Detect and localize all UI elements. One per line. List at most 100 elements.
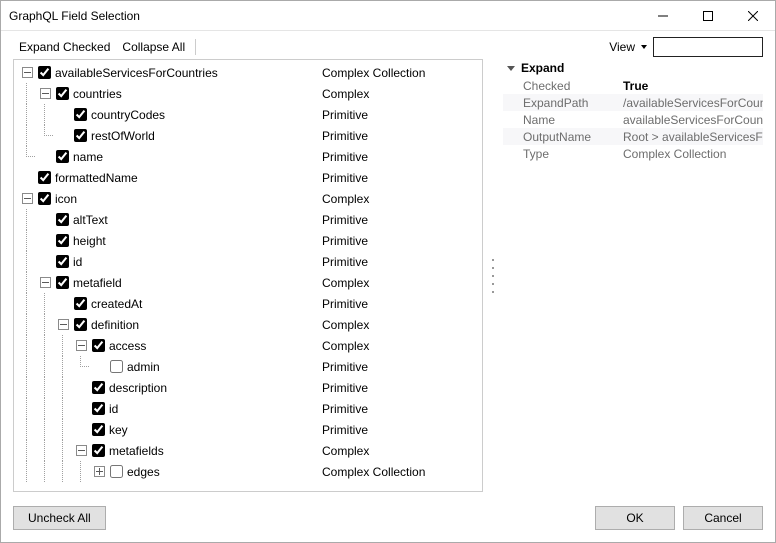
tree-scroll[interactable]: availableServicesForCountriesComplex Col… bbox=[14, 60, 482, 491]
property-row[interactable]: OutputNameRoot > availableServicesForCou… bbox=[503, 128, 763, 145]
minimize-button[interactable] bbox=[640, 1, 685, 30]
field-label: access bbox=[109, 339, 146, 353]
property-row[interactable]: CheckedTrue bbox=[503, 77, 763, 94]
tree-row[interactable]: altTextPrimitive bbox=[18, 209, 482, 230]
field-checkbox[interactable] bbox=[92, 423, 105, 436]
collapse-icon[interactable] bbox=[76, 445, 87, 456]
tree-row[interactable]: restOfWorldPrimitive bbox=[18, 125, 482, 146]
field-checkbox[interactable] bbox=[56, 87, 69, 100]
uncheck-all-button[interactable]: Uncheck All bbox=[13, 506, 106, 530]
tree-row[interactable]: keyPrimitive bbox=[18, 419, 482, 440]
expand-icon[interactable] bbox=[94, 466, 105, 477]
tree-row[interactable]: metafields Complex bbox=[18, 440, 482, 461]
field-checkbox[interactable] bbox=[74, 297, 87, 310]
field-checkbox[interactable] bbox=[56, 276, 69, 289]
tree-guide bbox=[54, 461, 72, 482]
chevron-down-icon bbox=[507, 66, 515, 71]
tree-row[interactable]: definitionComplex bbox=[18, 314, 482, 335]
field-checkbox[interactable] bbox=[74, 129, 87, 142]
collapse-all-button[interactable]: Collapse All bbox=[116, 38, 191, 56]
collapse-icon[interactable] bbox=[22, 67, 33, 78]
property-row[interactable]: NameavailableServicesForCountries bbox=[503, 111, 763, 128]
collapse-icon[interactable] bbox=[22, 193, 33, 204]
maximize-button[interactable] bbox=[685, 1, 730, 30]
tree-row[interactable]: id Primitive bbox=[18, 398, 482, 419]
field-label: metafields bbox=[109, 444, 164, 458]
field-checkbox[interactable] bbox=[92, 444, 105, 457]
field-checkbox[interactable] bbox=[56, 213, 69, 226]
field-checkbox[interactable] bbox=[74, 108, 87, 121]
field-type: Complex bbox=[322, 444, 482, 458]
field-type: Primitive bbox=[322, 129, 482, 143]
field-type: Primitive bbox=[322, 402, 482, 416]
field-checkbox[interactable] bbox=[92, 381, 105, 394]
tree-guide bbox=[54, 419, 72, 440]
tree-row[interactable]: formattedNamePrimitive bbox=[18, 167, 482, 188]
tree-guide bbox=[18, 209, 36, 230]
field-checkbox[interactable] bbox=[56, 255, 69, 268]
field-label: admin bbox=[127, 360, 160, 374]
field-checkbox[interactable] bbox=[38, 171, 51, 184]
tree-row[interactable]: idPrimitive bbox=[18, 251, 482, 272]
splitter[interactable] bbox=[491, 59, 495, 492]
tree-guide bbox=[18, 398, 36, 419]
tree-row[interactable]: metafieldComplex bbox=[18, 272, 482, 293]
field-checkbox[interactable] bbox=[110, 465, 123, 478]
field-checkbox[interactable] bbox=[92, 402, 105, 415]
view-dropdown-icon[interactable] bbox=[641, 45, 647, 49]
properties-panel: Expand CheckedTrueExpandPath/availableSe… bbox=[503, 59, 763, 492]
property-row[interactable]: TypeComplex Collection bbox=[503, 145, 763, 162]
property-key: OutputName bbox=[503, 130, 623, 144]
field-type: Complex Collection bbox=[322, 66, 482, 80]
field-type: Primitive bbox=[322, 108, 482, 122]
tree-guide bbox=[18, 293, 36, 314]
tree-guide bbox=[36, 419, 54, 440]
field-checkbox[interactable] bbox=[56, 150, 69, 163]
tree-row[interactable]: createdAtPrimitive bbox=[18, 293, 482, 314]
field-label: description bbox=[109, 381, 167, 395]
property-row[interactable]: ExpandPath/availableServicesForCountries bbox=[503, 94, 763, 111]
tree-row[interactable]: descriptionPrimitive bbox=[18, 377, 482, 398]
collapse-icon[interactable] bbox=[58, 319, 69, 330]
collapse-icon[interactable] bbox=[76, 340, 87, 351]
tree-row[interactable]: heightPrimitive bbox=[18, 230, 482, 251]
field-label: countryCodes bbox=[91, 108, 165, 122]
field-checkbox[interactable] bbox=[38, 192, 51, 205]
window-title: GraphQL Field Selection bbox=[9, 9, 640, 23]
field-checkbox[interactable] bbox=[110, 360, 123, 373]
properties-header[interactable]: Expand bbox=[503, 59, 763, 77]
tree-guide bbox=[18, 272, 36, 293]
cancel-button[interactable]: Cancel bbox=[683, 506, 763, 530]
field-checkbox[interactable] bbox=[56, 234, 69, 247]
expand-checked-button[interactable]: Expand Checked bbox=[13, 38, 116, 56]
property-value: Complex Collection bbox=[623, 147, 763, 161]
tree-row[interactable]: adminPrimitive bbox=[18, 356, 482, 377]
field-checkbox[interactable] bbox=[92, 339, 105, 352]
close-button[interactable] bbox=[730, 1, 775, 30]
field-label: id bbox=[109, 402, 118, 416]
tree-row[interactable]: iconComplex bbox=[18, 188, 482, 209]
property-value: availableServicesForCountries bbox=[623, 113, 763, 127]
toolbar: Expand Checked Collapse All View bbox=[1, 31, 775, 59]
tree-row[interactable]: namePrimitive bbox=[18, 146, 482, 167]
field-checkbox[interactable] bbox=[38, 66, 51, 79]
tree-guide bbox=[18, 440, 36, 461]
tree-guide bbox=[18, 104, 36, 125]
ok-button[interactable]: OK bbox=[595, 506, 675, 530]
filter-input[interactable] bbox=[653, 37, 763, 57]
tree-row[interactable]: edgesComplex Collection bbox=[18, 461, 482, 482]
titlebar[interactable]: GraphQL Field Selection bbox=[1, 1, 775, 31]
tree-guide bbox=[36, 335, 54, 356]
tree-guide bbox=[36, 461, 54, 482]
field-checkbox[interactable] bbox=[74, 318, 87, 331]
tree-row[interactable]: accessComplex bbox=[18, 335, 482, 356]
field-type: Primitive bbox=[322, 213, 482, 227]
tree-row[interactable]: countryCodes Primitive bbox=[18, 104, 482, 125]
tree-row[interactable]: countriesComplex bbox=[18, 83, 482, 104]
field-label: key bbox=[109, 423, 128, 437]
property-key: Checked bbox=[503, 79, 623, 93]
tree-row[interactable]: availableServicesForCountriesComplex Col… bbox=[18, 62, 482, 83]
field-label: createdAt bbox=[91, 297, 142, 311]
collapse-icon[interactable] bbox=[40, 88, 51, 99]
collapse-icon[interactable] bbox=[40, 277, 51, 288]
